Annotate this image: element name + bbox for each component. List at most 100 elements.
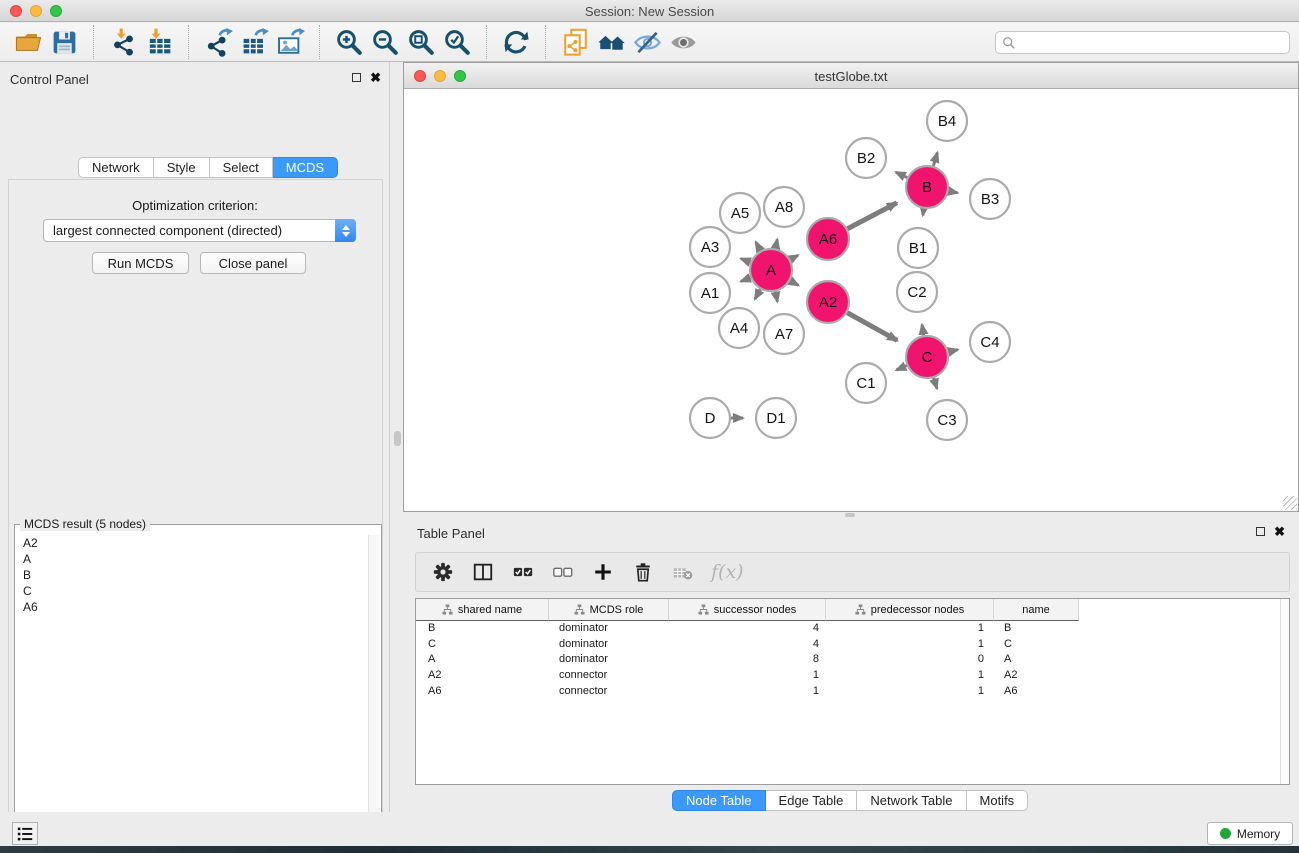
graph-node-C4[interactable]: C4 [970, 322, 1010, 362]
table-cell[interactable]: A2 [994, 668, 1079, 684]
graph-node-A8[interactable]: A8 [764, 187, 804, 227]
table-cell[interactable]: 4 [669, 621, 826, 637]
table-cell[interactable]: 1 [669, 668, 826, 684]
tab-edge-table[interactable]: Edge Table [766, 790, 858, 811]
table-row[interactable]: Cdominator41C [416, 637, 1289, 653]
table-cell[interactable]: A6 [994, 684, 1079, 700]
table-cell[interactable]: dominator [549, 621, 669, 637]
column-header-name[interactable]: name [994, 599, 1079, 621]
close-panel-button[interactable]: Close panel [200, 252, 306, 274]
graph-edge-A2-C[interactable] [847, 313, 897, 341]
graph-edge-C-C2[interactable] [922, 325, 924, 336]
graph-edge-C-C4[interactable] [948, 350, 957, 352]
close-panel-icon[interactable]: ✖ [1274, 527, 1285, 536]
graph-node-B1[interactable]: B1 [898, 228, 938, 268]
table-cell[interactable]: 1 [826, 621, 994, 637]
graph-node-D1[interactable]: D1 [756, 398, 796, 438]
column-header-predecessor-nodes[interactable]: predecessor nodes [826, 599, 994, 621]
tab-network-table[interactable]: Network Table [857, 790, 966, 811]
resize-grip-icon[interactable] [1283, 496, 1297, 510]
graph-edge-C-C1[interactable] [896, 366, 906, 370]
graph-node-D[interactable]: D [690, 398, 730, 438]
tab-style[interactable]: Style [154, 157, 210, 178]
graph-edge-B-B2[interactable] [896, 172, 907, 177]
table-cell[interactable]: connector [549, 684, 669, 700]
network-canvas[interactable]: AA1A2A3A4A5A6A7A8BB1B2B3B4CC1C2C3C4DD1 [404, 89, 1298, 511]
graph-edge-A6-B[interactable] [847, 203, 896, 229]
tab-network[interactable]: Network [78, 157, 154, 178]
table-cell[interactable]: 1 [826, 684, 994, 700]
search-field[interactable] [995, 31, 1290, 54]
table-cell[interactable]: B [994, 621, 1079, 637]
graph-edge-A-A6[interactable] [790, 255, 798, 259]
zoom-fit-button[interactable] [403, 25, 439, 59]
graph-node-C3[interactable]: C3 [927, 400, 967, 440]
table-cell[interactable]: A [416, 652, 549, 668]
table-scrollbar-track[interactable] [1280, 599, 1289, 784]
graph-edge-A-A4[interactable] [755, 289, 760, 299]
graph-node-A6[interactable]: A6 [807, 218, 849, 260]
graph-node-B4[interactable]: B4 [927, 101, 967, 141]
memory-button[interactable]: Memory [1207, 822, 1293, 845]
graph-edge-A-A5[interactable] [756, 242, 761, 251]
table-cell[interactable]: dominator [549, 637, 669, 653]
criterion-dropdown[interactable]: largest connected component (directed) [43, 219, 356, 242]
graph-node-B3[interactable]: B3 [970, 179, 1010, 219]
mcds-result-item[interactable]: A [23, 551, 365, 567]
table-cell[interactable]: C [416, 637, 549, 653]
table-cell[interactable]: 0 [826, 652, 994, 668]
network-vertical-scrollbar-thumb[interactable] [394, 431, 401, 446]
zoom-selected-button[interactable] [439, 25, 475, 59]
graph-edge-A-A8[interactable] [775, 239, 777, 248]
graph-node-A2[interactable]: A2 [807, 281, 849, 323]
graph-node-A[interactable]: A [750, 249, 792, 291]
delete-table-button[interactable] [671, 560, 695, 584]
graph-node-A4[interactable]: A4 [719, 308, 759, 348]
network-horizontal-scrollbar-thumb[interactable] [845, 513, 855, 517]
zoom-in-button[interactable] [331, 25, 367, 59]
export-image-button[interactable] [272, 25, 308, 59]
tab-node-table[interactable]: Node Table [672, 790, 766, 811]
mcds-result-item[interactable]: B [23, 567, 365, 583]
graph-edge-A-A1[interactable] [741, 278, 751, 282]
run-mcds-button[interactable]: Run MCDS [92, 252, 189, 274]
graph-node-B[interactable]: B [906, 166, 948, 208]
graph-node-A3[interactable]: A3 [690, 227, 730, 267]
table-cell[interactable]: connector [549, 668, 669, 684]
import-network-button[interactable] [105, 25, 141, 59]
home-networks-button[interactable] [593, 25, 629, 59]
graph-node-A7[interactable]: A7 [764, 314, 804, 354]
select-all-button[interactable] [511, 560, 535, 584]
show-eye-button[interactable] [665, 25, 701, 59]
column-header-shared-name[interactable]: shared name [416, 599, 549, 621]
table-cell[interactable]: A6 [416, 684, 549, 700]
table-cell[interactable]: A [994, 652, 1079, 668]
table-row[interactable]: A6connector11A6 [416, 684, 1289, 700]
column-header-mcds-role[interactable]: MCDS role [549, 599, 669, 621]
search-input[interactable] [1016, 36, 1289, 50]
table-cell[interactable]: 1 [826, 668, 994, 684]
mcds-result-item[interactable]: C [23, 583, 365, 599]
graph-edge-B-B1[interactable] [923, 209, 924, 216]
zoom-out-button[interactable] [367, 25, 403, 59]
mcds-result-item[interactable]: A2 [23, 535, 365, 551]
create-column-button[interactable] [591, 560, 615, 584]
graph-edge-A-A7[interactable] [775, 292, 777, 302]
graph-node-C2[interactable]: C2 [897, 272, 937, 312]
function-builder-button[interactable]: f(x) [711, 561, 744, 583]
export-table-button[interactable] [236, 25, 272, 59]
table-cell[interactable]: 1 [669, 684, 826, 700]
deselect-all-button[interactable] [551, 560, 575, 584]
table-row[interactable]: Adominator80A [416, 652, 1289, 668]
hide-eye-button[interactable] [629, 25, 665, 59]
table-cell[interactable]: 8 [669, 652, 826, 668]
graph-edge-A-A3[interactable] [741, 259, 751, 263]
table-cell[interactable]: 1 [826, 637, 994, 653]
network-file-button[interactable] [557, 25, 593, 59]
float-panel-icon[interactable] [1256, 527, 1265, 536]
open-session-button[interactable] [10, 25, 46, 59]
graph-edge-A-A2[interactable] [790, 281, 798, 286]
refresh-view-button[interactable] [498, 25, 534, 59]
task-history-button[interactable] [12, 822, 38, 845]
delete-column-button[interactable] [631, 560, 655, 584]
